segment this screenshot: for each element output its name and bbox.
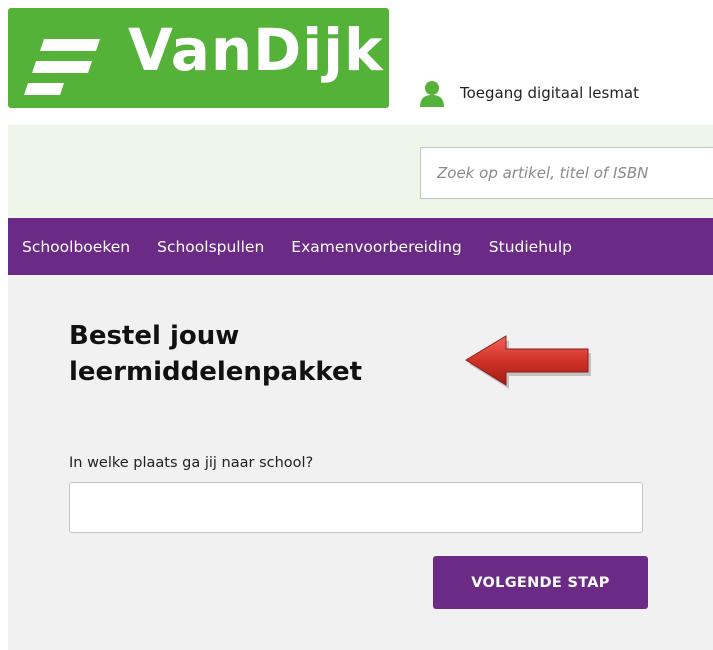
user-icon [420, 81, 444, 107]
city-input[interactable] [69, 482, 643, 533]
digital-access-link[interactable]: Toegang digitaal lesmat [417, 78, 639, 108]
page-title-line-2: leermiddelenpakket [69, 357, 363, 387]
city-label: In welke plaats ga jij naar school? [69, 455, 314, 471]
page-title: Bestel jouw leermiddelenpakket [69, 318, 429, 390]
logo-wordmark: VanDijk [128, 16, 384, 84]
nav-item-schoolboeken[interactable]: Schoolboeken [22, 238, 130, 256]
page-title-line-1: Bestel jouw [69, 321, 240, 351]
vandijk-logo[interactable]: VanDijk [8, 8, 389, 108]
digital-access-label: Toegang digitaal lesmat [460, 84, 640, 102]
left-arrow-icon [465, 335, 591, 389]
search-input[interactable] [420, 147, 713, 199]
nav-item-schoolspullen[interactable]: Schoolspullen [157, 238, 264, 256]
next-step-button[interactable]: VOLGENDE STAP [433, 556, 648, 609]
nav-item-studiehulp[interactable]: Studiehulp [489, 238, 572, 256]
nav-item-examenvoorbereiding[interactable]: Examenvoorbereiding [291, 238, 462, 256]
logo-bars-icon [24, 39, 100, 95]
order-panel: Bestel jouw leermiddelenpakket In welke … [8, 275, 713, 650]
main-navigation: Schoolboeken Schoolspullen Examenvoorber… [8, 218, 713, 275]
